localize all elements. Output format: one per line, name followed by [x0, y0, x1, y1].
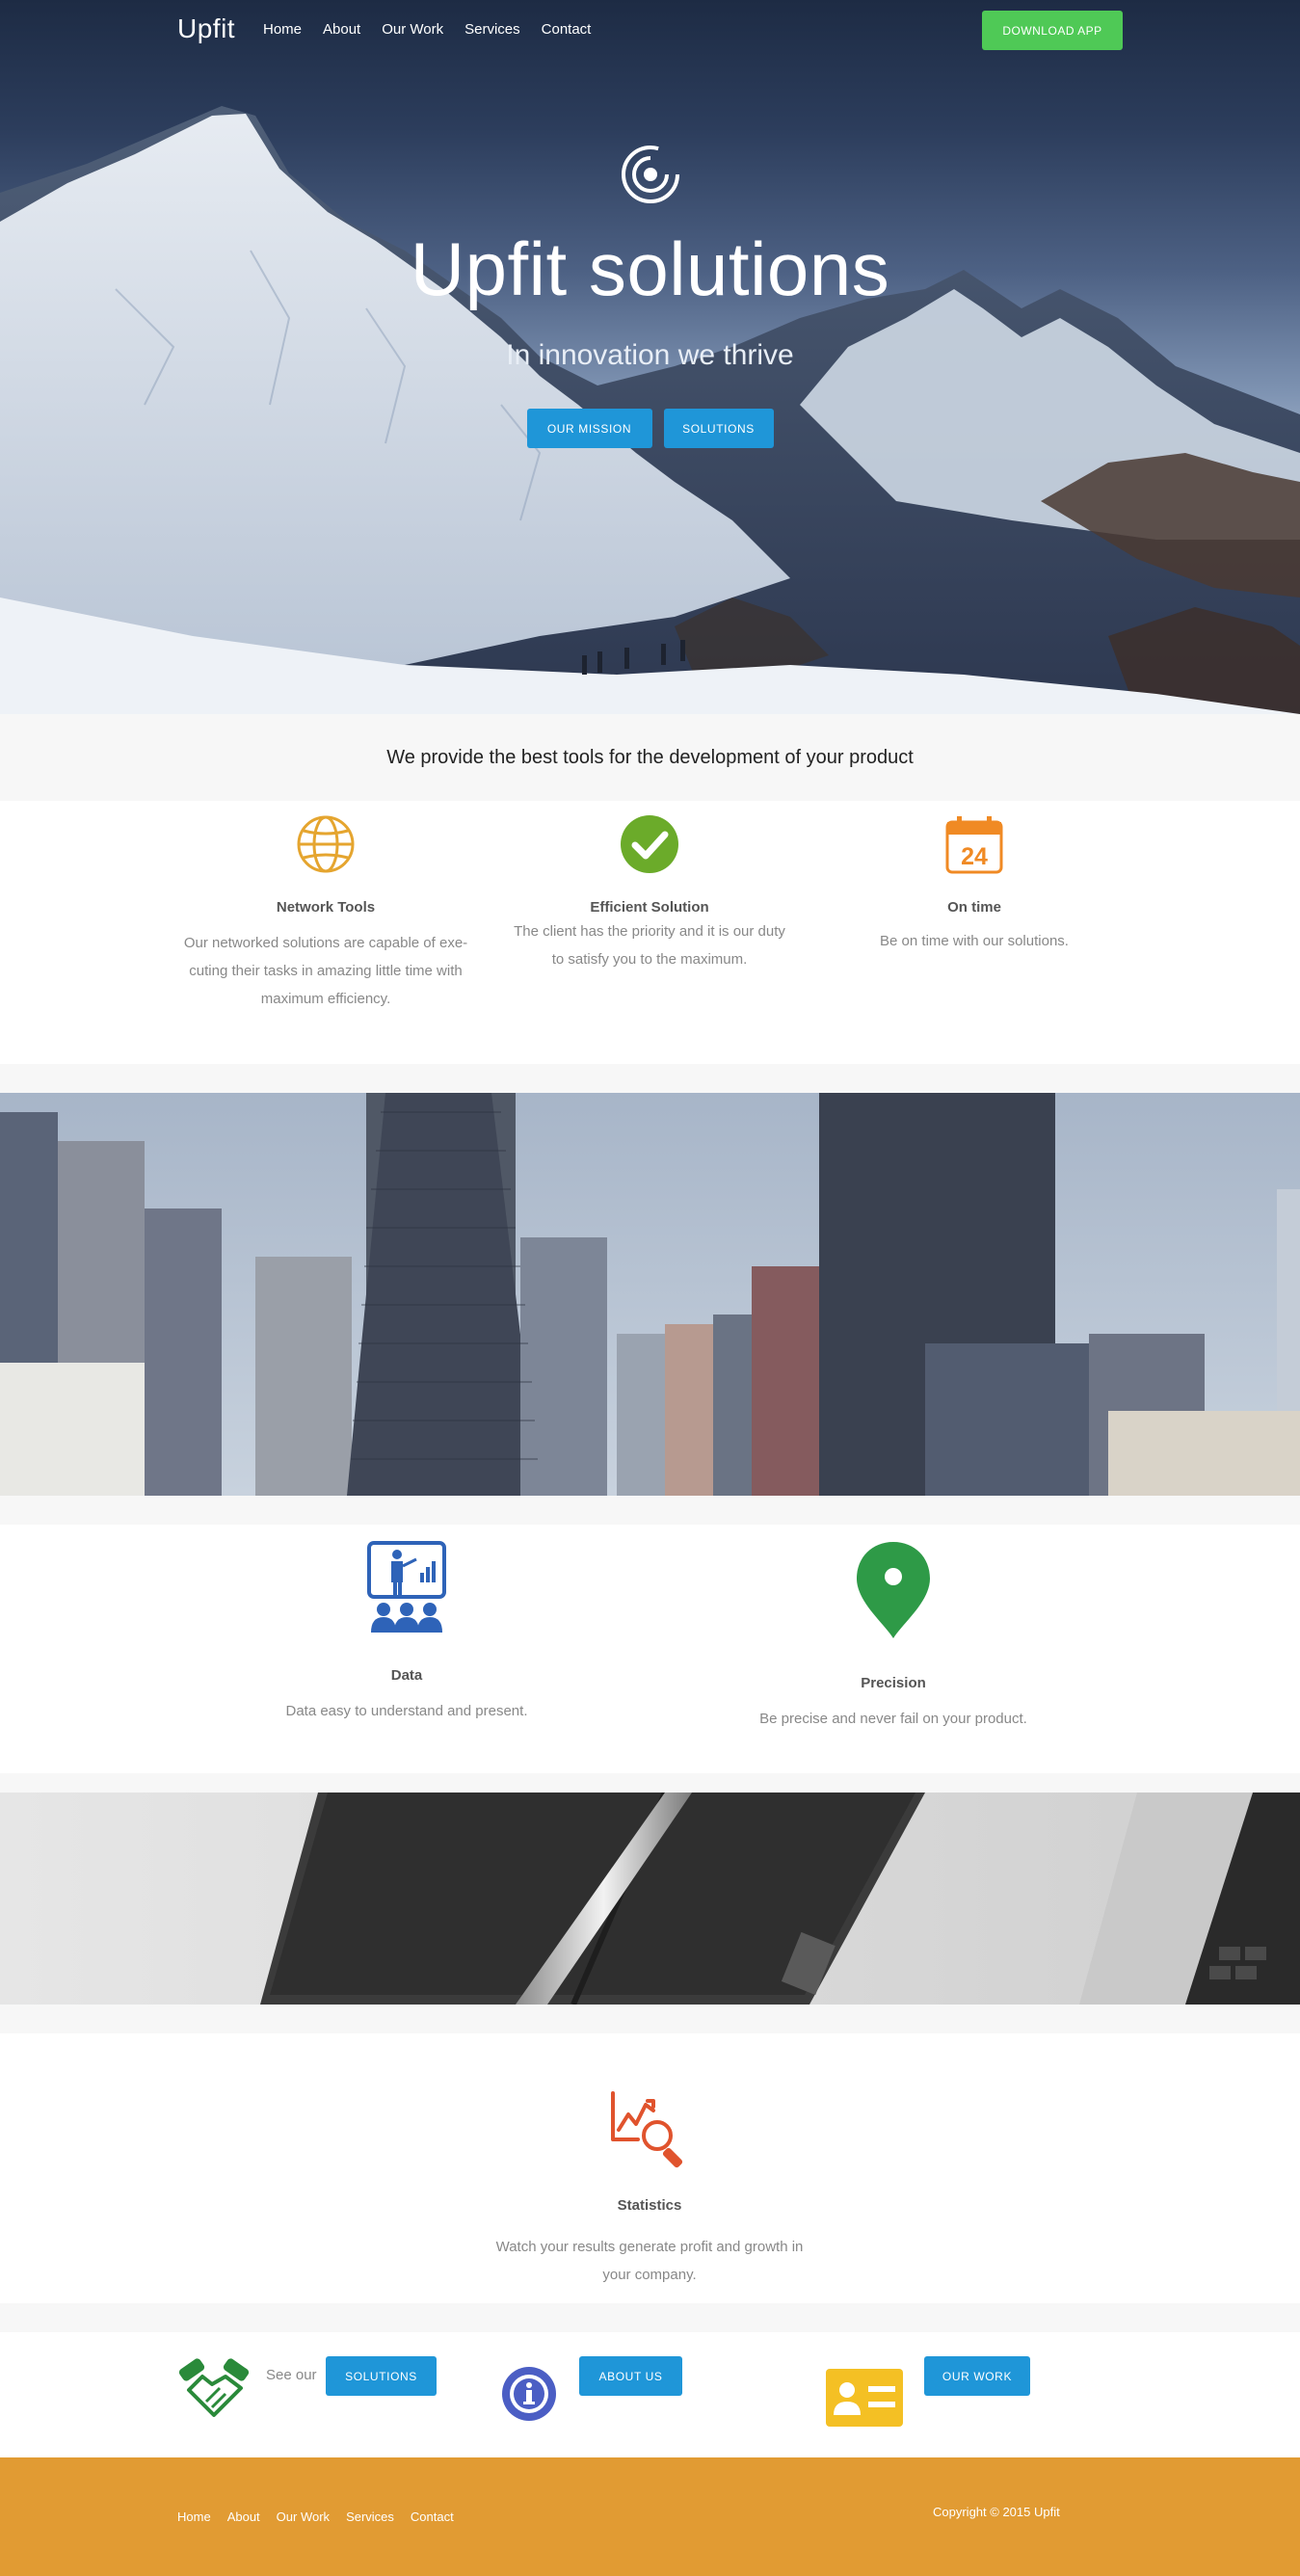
copyright-text: Copyright © 2015 Upfit: [933, 2505, 1060, 2519]
city-skyline-graphic: [0, 1093, 1300, 1496]
about-us-button[interactable]: ABOUT US: [579, 2356, 682, 2396]
feature-title: Efficient Solution: [590, 899, 709, 916]
presentation-icon: [367, 1541, 446, 1633]
see-our-text: See our: [266, 2367, 317, 2383]
download-app-button[interactable]: DOWNLOAD APP: [982, 11, 1123, 50]
nav-link-services[interactable]: Services: [464, 21, 520, 38]
chart-magnifier-icon: [611, 2091, 683, 2168]
map-pin-icon: [857, 1542, 930, 1638]
feature-title: Data: [390, 1667, 423, 1684]
feature-text: Data easy to understand and present.: [285, 1703, 528, 1719]
section-divider: [0, 1773, 1300, 1793]
nav-link-about[interactable]: About: [323, 21, 360, 38]
feature-statistics: Statistics Watch your results generate p…: [495, 2091, 804, 2289]
statistics-section: Statistics Watch your results generate p…: [0, 2033, 1300, 2303]
city-skyline-image: [0, 1093, 1300, 1496]
nav-link-our-work[interactable]: Our Work: [382, 21, 443, 38]
checkmark-icon: [621, 815, 678, 873]
feature-text: Be on time with our solutions.: [880, 933, 1069, 949]
our-mission-button[interactable]: OUR MISSION: [526, 409, 652, 448]
feature-text: Be precise and never fail on your produc…: [759, 1711, 1027, 1727]
footer-nav: Home About Our Work Services Contact: [177, 2510, 470, 2524]
footer: Home About Our Work Services Contact Cop…: [0, 2457, 1300, 2576]
spiral-logo-icon: [622, 146, 679, 203]
feature-network-tools: Network Tools Our networked solutions ar…: [172, 814, 480, 1013]
feature-title: Network Tools: [276, 899, 376, 916]
calendar-icon: 24: [945, 816, 1003, 874]
top-nav: Upfit Home About Our Work Services Conta…: [0, 0, 1300, 60]
handshake-icon: [178, 2358, 250, 2417]
feature-title: On time: [947, 899, 1001, 916]
notebook-pen-graphic: [0, 1793, 1300, 2005]
section-divider: [0, 1496, 1300, 1525]
feature-on-time: 24 On time Be on time with our solutions…: [820, 814, 1128, 955]
info-icon: [502, 2367, 556, 2421]
footer-link-home[interactable]: Home: [177, 2510, 211, 2524]
brand-logo[interactable]: Upfit: [177, 13, 235, 44]
feature-title: Statistics: [617, 2197, 682, 2214]
hero-title: Upfit solutions: [410, 226, 890, 311]
feature-title: Precision: [861, 1675, 926, 1691]
footer-link-services[interactable]: Services: [346, 2510, 394, 2524]
feature-data: Data Data easy to understand and present…: [252, 1540, 561, 1725]
nav-link-contact[interactable]: Contact: [542, 21, 592, 38]
feature-text: The client has the priority and it is ou…: [514, 923, 785, 968]
cta-solutions-button[interactable]: SOLUTIONS: [326, 2356, 437, 2396]
feature-precision: Precision Be precise and never fail on y…: [739, 1540, 1048, 1733]
section-divider: [0, 1064, 1300, 1093]
hero-section: Upfit Home About Our Work Services Conta…: [0, 0, 1300, 714]
feature-text: Our networked solutions are capable of e…: [183, 935, 468, 1007]
tagline-section: We provide the best tools for the develo…: [0, 714, 1300, 801]
nav-links: Home About Our Work Services Contact: [263, 21, 612, 38]
feature-text: Watch your results generate profit and g…: [495, 2239, 804, 2283]
feature-efficient-solution: Efficient Solution The client has the pr…: [495, 814, 804, 973]
section-divider: [0, 2005, 1300, 2033]
footer-link-contact[interactable]: Contact: [411, 2510, 454, 2524]
section-divider: [0, 2303, 1300, 2332]
solutions-button[interactable]: SOLUTIONS: [663, 409, 774, 448]
cta-links-section: See our SOLUTIONS ABOUT US OUR WORK: [0, 2332, 1300, 2457]
nav-link-home[interactable]: Home: [263, 21, 302, 38]
globe-icon: [297, 815, 355, 873]
footer-link-about[interactable]: About: [227, 2510, 260, 2524]
hero-buttons: OUR MISSION SOLUTIONS: [0, 409, 1300, 448]
hero-subtitle: In innovation we thrive: [506, 339, 794, 371]
notebook-pen-image: [0, 1793, 1300, 2005]
footer-link-our-work[interactable]: Our Work: [277, 2510, 330, 2524]
features-section: Network Tools Our networked solutions ar…: [0, 801, 1300, 1064]
calendar-day: 24: [961, 843, 988, 870]
tagline-text: We provide the best tools for the develo…: [386, 747, 914, 768]
features-two-section: Data Data easy to understand and present…: [0, 1525, 1300, 1773]
our-work-button[interactable]: OUR WORK: [924, 2356, 1030, 2396]
id-card-icon: [826, 2369, 903, 2427]
